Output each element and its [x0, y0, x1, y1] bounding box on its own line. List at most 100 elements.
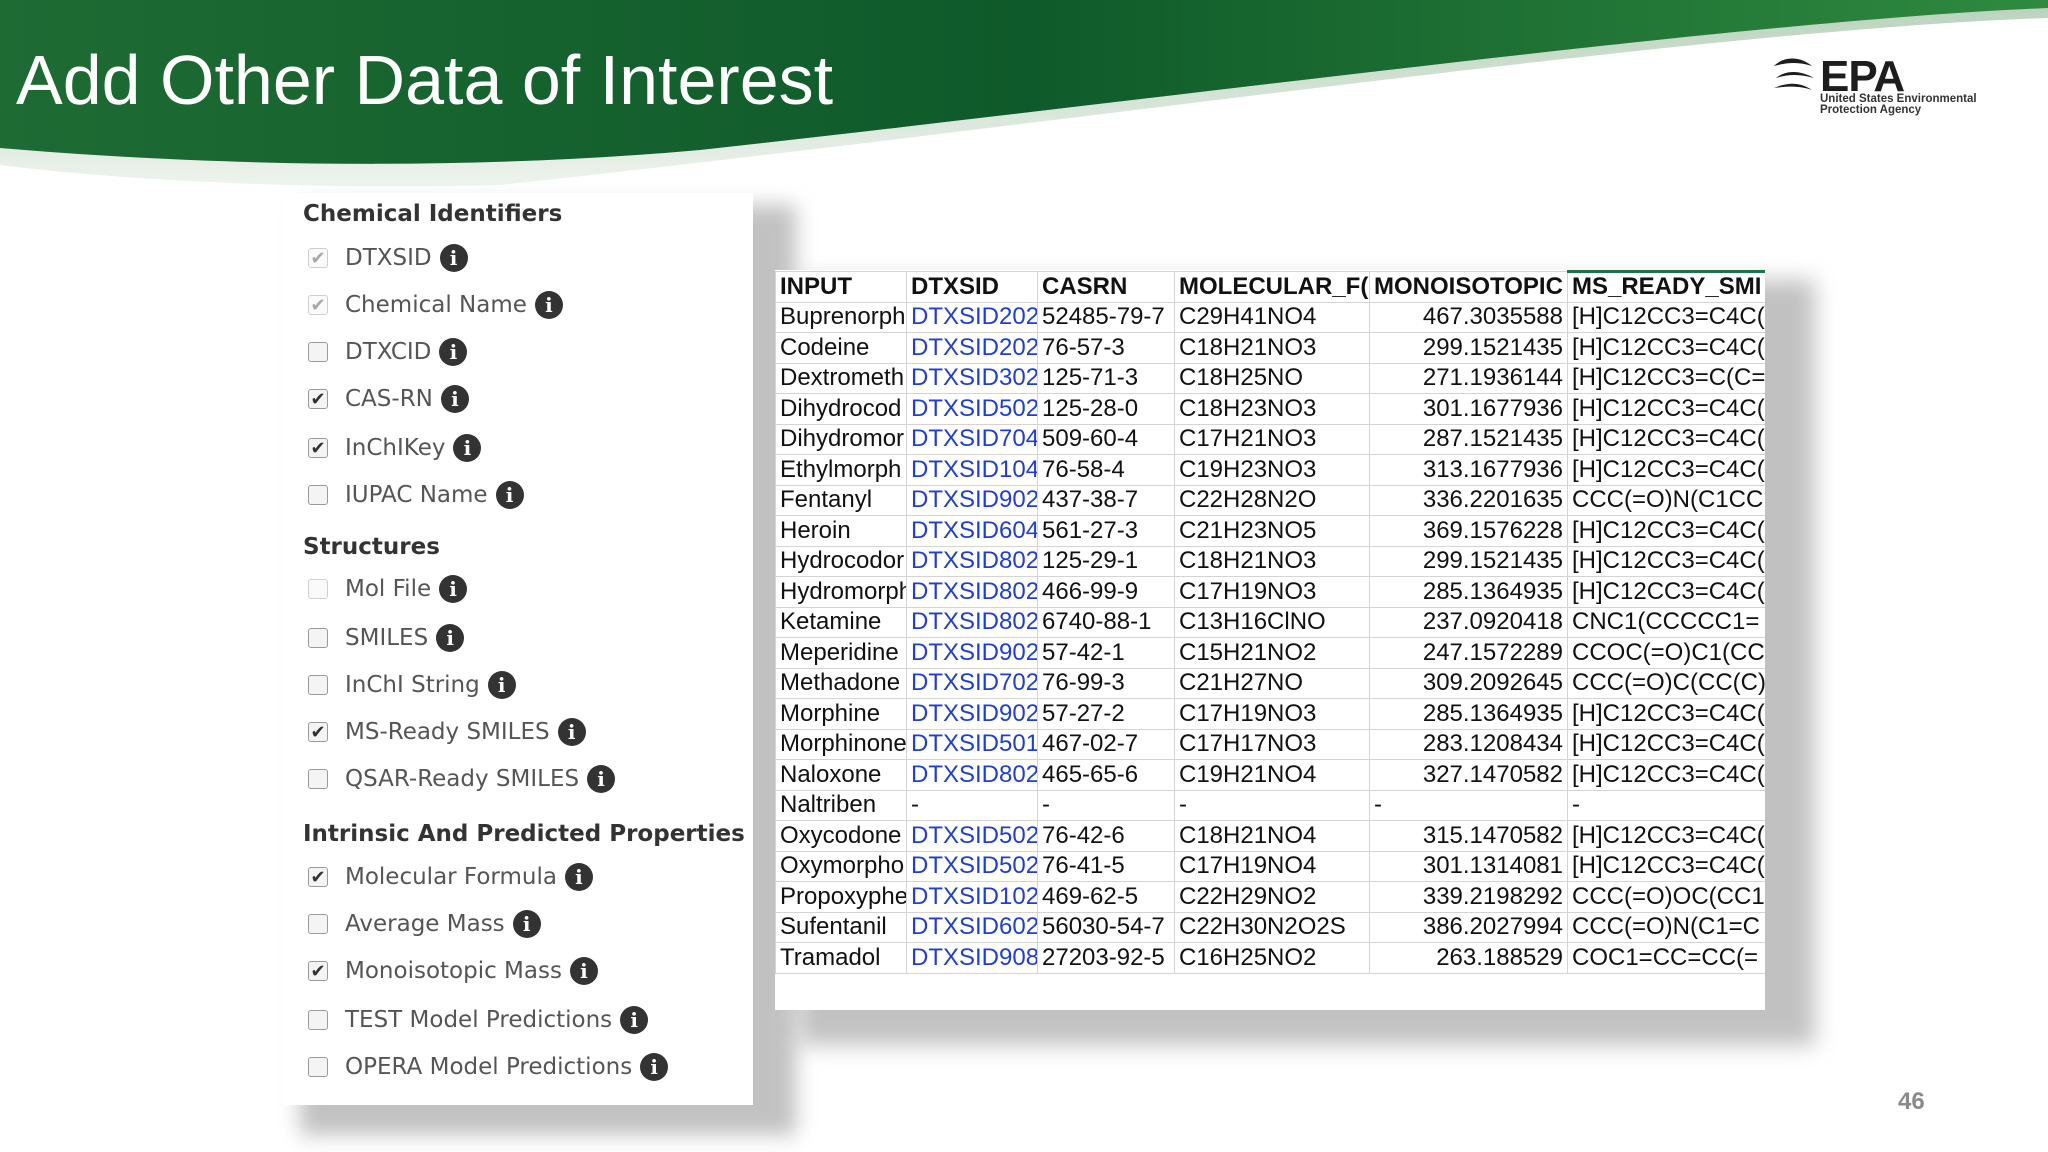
formula-cell[interactable]: C22H29NO2: [1174, 881, 1370, 913]
formula-cell[interactable]: C18H21NO3: [1174, 332, 1370, 364]
smiles-cell[interactable]: CCC(=O)OC(CC1: [1567, 881, 1765, 913]
monoisotopic-cell[interactable]: 327.1470582: [1369, 759, 1568, 791]
inchi-string-checkbox[interactable]: [308, 675, 328, 695]
column-header-ms-ready-smiles[interactable]: MS_READY_SMI: [1567, 270, 1765, 303]
input-cell[interactable]: Morphine: [775, 698, 907, 730]
dtxsid-cell[interactable]: DTXSID802: [906, 759, 1038, 791]
casrn-cell[interactable]: 6740-88-1: [1037, 606, 1175, 638]
smiles-cell[interactable]: [H]C12CC3=C4C(: [1567, 820, 1765, 852]
dtxcid-checkbox[interactable]: [308, 342, 328, 362]
dtxsid-cell[interactable]: DTXSID102: [906, 881, 1038, 913]
info-icon[interactable]: i: [620, 1006, 649, 1034]
info-icon[interactable]: i: [440, 385, 469, 413]
casrn-cell[interactable]: 437-38-7: [1037, 484, 1175, 516]
monoisotopic-mass-checkbox[interactable]: ✔: [308, 961, 328, 981]
dtxsid-cell[interactable]: DTXSID902: [906, 637, 1038, 669]
formula-cell[interactable]: C19H23NO3: [1174, 454, 1370, 486]
column-header-monoisotopic[interactable]: MONOISOTOPIC: [1369, 271, 1568, 303]
option-smiles[interactable]: SMILES i: [308, 621, 465, 655]
casrn-cell[interactable]: 56030-54-7: [1037, 911, 1175, 943]
iupac-name-checkbox[interactable]: [308, 485, 328, 505]
formula-cell[interactable]: -: [1174, 789, 1370, 821]
info-icon[interactable]: i: [487, 671, 516, 699]
input-cell[interactable]: Meperidine: [775, 637, 907, 669]
monoisotopic-cell[interactable]: 386.2027994: [1369, 911, 1568, 943]
smiles-cell[interactable]: [H]C12CC3=C4C(: [1567, 576, 1765, 608]
monoisotopic-cell[interactable]: 263.188529: [1369, 942, 1568, 974]
monoisotopic-cell[interactable]: 467.3035588: [1369, 301, 1568, 333]
casrn-cell[interactable]: 76-58-4: [1037, 454, 1175, 486]
casrn-cell[interactable]: 466-99-9: [1037, 576, 1175, 608]
input-cell[interactable]: Tramadol: [775, 942, 907, 974]
formula-cell[interactable]: C16H25NO2: [1174, 942, 1370, 974]
smiles-checkbox[interactable]: [308, 628, 328, 648]
casrn-cell[interactable]: 76-57-3: [1037, 332, 1175, 364]
input-cell[interactable]: Hydromorph: [775, 576, 907, 608]
dtxsid-cell[interactable]: DTXSID602: [906, 911, 1038, 943]
option-ms-ready-smiles[interactable]: ✔ MS-Ready SMILES i: [308, 715, 586, 749]
option-qsar-ready-smiles[interactable]: QSAR-Ready SMILES i: [308, 762, 616, 796]
input-cell[interactable]: Fentanyl: [775, 484, 907, 516]
monoisotopic-cell[interactable]: 299.1521435: [1369, 332, 1568, 364]
info-icon[interactable]: i: [640, 1053, 669, 1081]
smiles-cell[interactable]: [H]C12CC3=C4C(: [1567, 545, 1765, 577]
monoisotopic-cell[interactable]: 283.1208434: [1369, 728, 1568, 760]
monoisotopic-cell[interactable]: 247.1572289: [1369, 637, 1568, 669]
formula-cell[interactable]: C18H21NO3: [1174, 545, 1370, 577]
dtxsid-cell[interactable]: DTXSID702: [906, 667, 1038, 699]
casrn-cell[interactable]: -: [1037, 789, 1175, 821]
option-dtxsid[interactable]: ✔ DTXSID i: [308, 241, 468, 275]
dtxsid-cell[interactable]: DTXSID302: [906, 362, 1038, 394]
monoisotopic-cell[interactable]: 313.1677936: [1369, 454, 1568, 486]
info-icon[interactable]: i: [564, 863, 593, 891]
smiles-cell[interactable]: [H]C12CC3=C4C(: [1567, 393, 1765, 425]
smiles-cell[interactable]: [H]C12CC3=C4C(: [1567, 332, 1765, 364]
formula-cell[interactable]: C22H30N2O2S: [1174, 911, 1370, 943]
cas-rn-checkbox[interactable]: ✔: [308, 389, 328, 409]
column-header-input[interactable]: INPUT: [775, 271, 907, 303]
option-mol-file[interactable]: Mol File i: [308, 572, 468, 606]
chemical-name-checkbox[interactable]: ✔: [308, 295, 328, 315]
smiles-cell[interactable]: [H]C12CC3=C4C(: [1567, 515, 1765, 547]
formula-cell[interactable]: C17H21NO3: [1174, 423, 1370, 455]
dtxsid-cell[interactable]: DTXSID704: [906, 423, 1038, 455]
monoisotopic-cell[interactable]: 271.1936144: [1369, 362, 1568, 394]
smiles-cell[interactable]: [H]C12CC3=C4C(: [1567, 698, 1765, 730]
smiles-cell[interactable]: [H]C12CC3=C4C(: [1567, 423, 1765, 455]
dtxsid-checkbox[interactable]: ✔: [308, 248, 328, 268]
smiles-cell[interactable]: -: [1567, 789, 1765, 821]
casrn-cell[interactable]: 57-27-2: [1037, 698, 1175, 730]
monoisotopic-cell[interactable]: 339.2198292: [1369, 881, 1568, 913]
input-cell[interactable]: Sufentanil: [775, 911, 907, 943]
monoisotopic-cell[interactable]: -: [1369, 789, 1568, 821]
smiles-cell[interactable]: COC1=CC=CC(=: [1567, 942, 1765, 974]
input-cell[interactable]: Ketamine: [775, 606, 907, 638]
input-cell[interactable]: Methadone: [775, 667, 907, 699]
input-cell[interactable]: Ethylmorph: [775, 454, 907, 486]
dtxsid-cell[interactable]: DTXSID104: [906, 454, 1038, 486]
dtxsid-cell[interactable]: DTXSID902: [906, 698, 1038, 730]
input-cell[interactable]: Buprenorph: [775, 301, 907, 333]
input-cell[interactable]: Dihydromor: [775, 423, 907, 455]
smiles-cell[interactable]: [H]C12CC3=C4C(: [1567, 850, 1765, 882]
formula-cell[interactable]: C21H23NO5: [1174, 515, 1370, 547]
info-icon[interactable]: i: [439, 338, 468, 366]
info-icon[interactable]: i: [439, 575, 468, 603]
input-cell[interactable]: Naloxone: [775, 759, 907, 791]
dtxsid-cell[interactable]: DTXSID908: [906, 942, 1038, 974]
inchikey-checkbox[interactable]: ✔: [308, 438, 328, 458]
option-iupac-name[interactable]: IUPAC Name i: [308, 478, 524, 512]
casrn-cell[interactable]: 125-29-1: [1037, 545, 1175, 577]
info-icon[interactable]: i: [453, 434, 482, 462]
input-cell[interactable]: Oxycodone: [775, 820, 907, 852]
casrn-cell[interactable]: 57-42-1: [1037, 637, 1175, 669]
option-average-mass[interactable]: Average Mass i: [308, 907, 541, 941]
formula-cell[interactable]: C17H17NO3: [1174, 728, 1370, 760]
monoisotopic-cell[interactable]: 299.1521435: [1369, 545, 1568, 577]
formula-cell[interactable]: C17H19NO3: [1174, 698, 1370, 730]
casrn-cell[interactable]: 125-71-3: [1037, 362, 1175, 394]
monoisotopic-cell[interactable]: 237.0920418: [1369, 606, 1568, 638]
formula-cell[interactable]: C22H28N2O: [1174, 484, 1370, 516]
smiles-cell[interactable]: [H]C12CC3=C4C(: [1567, 301, 1765, 333]
monoisotopic-cell[interactable]: 285.1364935: [1369, 576, 1568, 608]
